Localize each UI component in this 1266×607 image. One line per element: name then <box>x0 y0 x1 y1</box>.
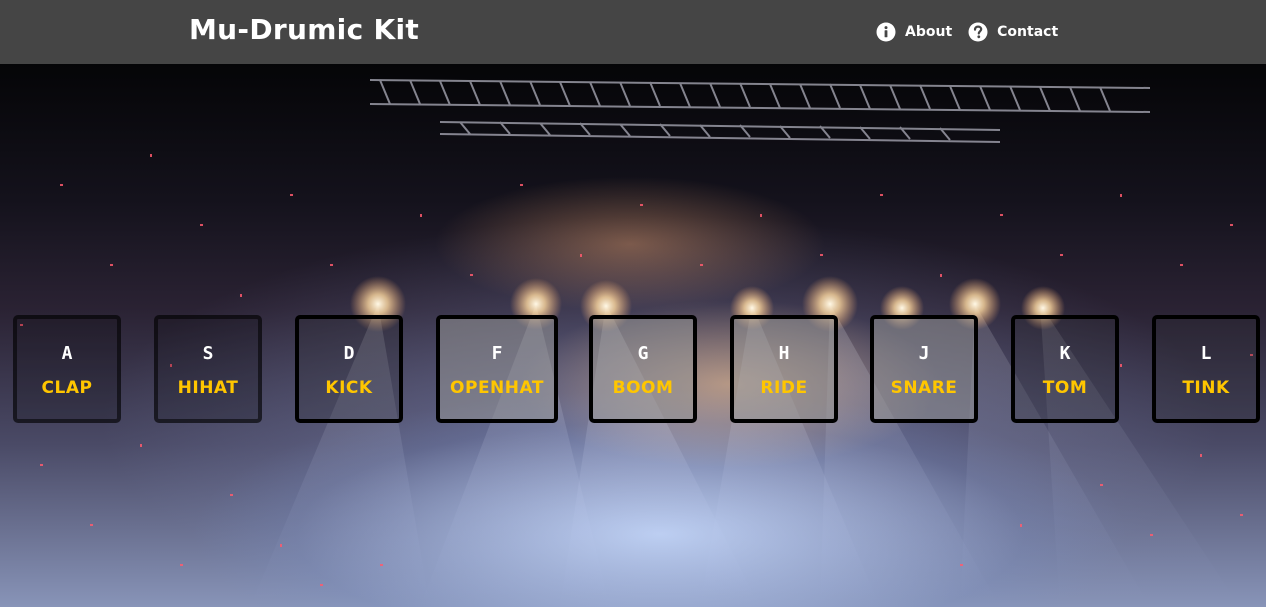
info-icon <box>876 22 896 42</box>
truss-rig <box>369 79 1151 143</box>
key-letter: D <box>343 343 355 364</box>
drum-key-k[interactable]: K TOM <box>1011 315 1119 423</box>
key-sound-label: RIDE <box>760 378 808 398</box>
drum-key-f[interactable]: F OPENHAT <box>436 315 558 423</box>
key-sound-label: HIHAT <box>177 378 239 398</box>
drum-key-h[interactable]: H RIDE <box>730 315 838 423</box>
key-sound-label: CLAP <box>41 378 93 398</box>
nav-about-label: About <box>905 24 953 40</box>
drum-key-j[interactable]: J SNARE <box>870 315 978 423</box>
drum-key-s[interactable]: S HIHAT <box>154 315 262 423</box>
key-letter: H <box>778 343 790 364</box>
drum-key-d[interactable]: D KICK <box>295 315 403 423</box>
key-letter: F <box>491 343 503 364</box>
key-sound-label: KICK <box>325 378 373 398</box>
key-letter: K <box>1059 343 1071 364</box>
navbar: Mu-Drumic Kit About Contact <box>0 0 1266 64</box>
question-icon <box>968 22 988 42</box>
drum-key-l[interactable]: L TINK <box>1152 315 1260 423</box>
key-sound-label: TOM <box>1042 378 1088 398</box>
key-letter: J <box>918 343 930 364</box>
site-title[interactable]: Mu-Drumic Kit <box>189 10 419 50</box>
drum-key-g[interactable]: G BOOM <box>589 315 697 423</box>
key-sound-label: OPENHAT <box>450 378 544 398</box>
nav-contact-link[interactable]: Contact <box>968 22 1058 42</box>
key-sound-label: TINK <box>1182 378 1230 398</box>
key-sound-label: BOOM <box>612 378 674 398</box>
key-letter: S <box>202 343 214 364</box>
drum-stage: A CLAP S HIHAT D KICK F OPENHAT G BOOM H… <box>0 64 1266 607</box>
nav-about-link[interactable]: About <box>876 22 952 42</box>
drum-key-a[interactable]: A CLAP <box>13 315 121 423</box>
key-letter: A <box>61 343 73 364</box>
key-letter: G <box>637 343 649 364</box>
nav-links: About Contact <box>876 20 1074 44</box>
nav-contact-label: Contact <box>997 24 1059 40</box>
key-letter: L <box>1200 343 1212 364</box>
key-sound-label: SNARE <box>890 378 958 398</box>
